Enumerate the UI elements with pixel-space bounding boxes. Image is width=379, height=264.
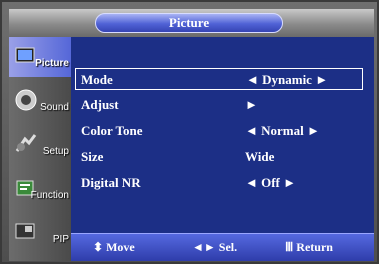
sidebar-item-pip[interactable]: PIP — [9, 213, 71, 253]
menu-item-value: ◄ Dynamic ► — [246, 72, 329, 87]
menu-item-label: Digital NR — [81, 175, 141, 190]
sound-icon — [15, 89, 37, 111]
hint-select-label: Sel. — [218, 240, 238, 254]
menu-title: Picture — [168, 15, 210, 30]
hint-move-label: Move — [106, 240, 135, 254]
title-bar: Picture — [9, 9, 374, 37]
menu-item-value: ◄ Off ► — [245, 175, 297, 190]
sidebar-item-picture[interactable]: Picture — [9, 37, 71, 77]
hint-select: ◄► Sel. — [192, 240, 237, 255]
menu-item-size[interactable]: Size Wide — [71, 146, 363, 168]
sidebar-item-sound[interactable]: Sound — [9, 81, 71, 121]
menu-item-digital-nr[interactable]: Digital NR ◄ Off ► — [71, 172, 363, 194]
menu-item-mode[interactable]: Mode ◄ Dynamic ► — [75, 68, 363, 90]
pip-icon — [15, 223, 35, 239]
setup-icon — [15, 134, 37, 152]
menu-item-value: Wide — [245, 149, 275, 164]
menu-panel: Mode ◄ Dynamic ► Adjust ► Color Tone ◄ N… — [71, 37, 374, 237]
sidebar-item-label: Function — [30, 190, 69, 201]
sidebar-item-label: Sound — [40, 102, 69, 113]
menu-item-adjust[interactable]: Adjust ► — [71, 94, 363, 116]
menu-item-label: Size — [81, 149, 104, 164]
title-pill: Picture — [95, 13, 283, 33]
sidebar-item-function[interactable]: Function — [9, 169, 71, 209]
osd-screen: Picture Picture Sound Setup Function PIP… — [9, 9, 374, 261]
sidebar-item-label: Setup — [42, 146, 69, 157]
menu-item-label: Adjust — [81, 97, 119, 112]
sidebar: Picture Sound Setup Function PIP — [9, 37, 71, 261]
hint-bar: ⬍ Move ◄► Sel. Ⅲ Return — [71, 233, 374, 261]
menu-item-value: ◄ Normal ► — [245, 123, 320, 138]
left-right-arrows-icon: ◄► — [192, 240, 216, 254]
hint-move: ⬍ Move — [93, 240, 135, 255]
sidebar-item-setup[interactable]: Setup — [9, 125, 71, 165]
menu-item-value: ► — [245, 97, 258, 112]
menu-button-icon: Ⅲ — [285, 240, 294, 254]
menu-item-color-tone[interactable]: Color Tone ◄ Normal ► — [71, 120, 363, 142]
tv-frame: Picture Picture Sound Setup Function PIP… — [0, 0, 379, 264]
sidebar-item-label: PIP — [52, 234, 69, 245]
menu-item-label: Mode — [81, 72, 113, 87]
move-arrows-icon: ⬍ — [93, 240, 104, 254]
sidebar-item-label: Picture — [35, 58, 69, 69]
menu-item-label: Color Tone — [81, 123, 143, 138]
hint-return: Ⅲ Return — [285, 240, 333, 255]
hint-return-label: Return — [296, 240, 333, 254]
